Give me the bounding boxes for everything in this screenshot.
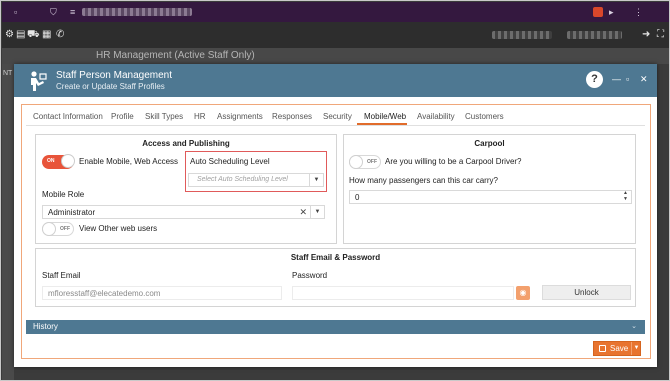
extension-icon[interactable] bbox=[593, 7, 603, 17]
site-settings-icon[interactable]: ≡ bbox=[70, 2, 75, 22]
truck-icon[interactable]: ⛟ bbox=[27, 22, 40, 48]
password-label: Password bbox=[292, 271, 328, 280]
chevron-down-icon[interactable]: ▼ bbox=[309, 174, 323, 186]
passengers-input[interactable]: 0 ▲ ▼ bbox=[349, 190, 632, 204]
staff-email-input[interactable]: mfloresstaff@elecatedemo.com bbox=[42, 286, 282, 300]
tab-availability[interactable]: Availability bbox=[417, 112, 455, 121]
password-input[interactable] bbox=[292, 286, 514, 300]
driver-toggle-state: OFF bbox=[367, 159, 377, 165]
toggle-knob bbox=[42, 222, 56, 236]
save-button[interactable]: Save ▼ bbox=[593, 341, 641, 356]
mobile-role-select[interactable]: Administrator ✕ ▼ bbox=[42, 205, 325, 219]
auto-scheduling-select[interactable]: Select Auto Scheduling Level ▼ bbox=[188, 173, 324, 187]
tab-profile[interactable]: Profile bbox=[111, 112, 134, 121]
staff-email-label: Staff Email bbox=[42, 271, 81, 280]
view-toggle-state: OFF bbox=[60, 226, 70, 232]
auto-scheduling-highlight: Auto Scheduling Level Select Auto Schedu… bbox=[185, 151, 327, 192]
enable-mobile-label: Enable Mobile, Web Access bbox=[79, 157, 179, 166]
settings-icon[interactable]: ⚙ bbox=[5, 22, 14, 48]
blurred-company-info bbox=[567, 31, 622, 39]
left-rail-label: NT bbox=[3, 70, 13, 77]
enable-mobile-toggle[interactable]: ON bbox=[42, 154, 75, 169]
screenshot-frame: ▫ ⛉ ≡ ▸ ⋮ ⚙ ▤ ⛟ ▦ ✆ ➜ ⛶ HR Management (A… bbox=[0, 0, 670, 381]
enable-toggle-state: ON bbox=[47, 158, 55, 164]
chevron-down-icon[interactable]: ▼ bbox=[631, 342, 641, 355]
carpool-driver-question: Are you willing to be a Carpool Driver? bbox=[385, 157, 522, 166]
modal-subtitle: Create or Update Staff Profiles bbox=[56, 82, 165, 91]
modal-header: Staff Person Management Create or Update… bbox=[14, 64, 657, 97]
blurred-user-info bbox=[492, 31, 552, 39]
building-icon[interactable]: ▦ bbox=[42, 22, 51, 48]
history-label: History bbox=[33, 322, 58, 331]
toggle-knob bbox=[349, 155, 363, 169]
more-icon[interactable]: ⋮ bbox=[634, 2, 643, 22]
show-password-eye-icon[interactable]: ◉ bbox=[516, 286, 530, 300]
mobile-role-label: Mobile Role bbox=[42, 190, 85, 199]
tab-security[interactable]: Security bbox=[323, 112, 352, 121]
staff-person-modal: Staff Person Management Create or Update… bbox=[14, 64, 657, 367]
list-icon[interactable]: ▤ bbox=[16, 22, 25, 48]
phone-icon[interactable]: ✆ bbox=[56, 22, 64, 48]
close-icon[interactable]: ✕ bbox=[640, 73, 648, 85]
extensions-icon[interactable]: ▸ bbox=[609, 2, 614, 22]
window-icon: ▫ bbox=[14, 7, 18, 17]
tab-customers[interactable]: Customers bbox=[465, 112, 504, 121]
save-icon bbox=[599, 345, 606, 352]
chevron-down-icon[interactable]: ⌄ bbox=[631, 322, 637, 330]
minimize-icon[interactable]: — bbox=[612, 73, 621, 85]
staff-person-icon bbox=[31, 71, 47, 91]
mobile-role-value: Administrator bbox=[48, 208, 96, 217]
toggle-knob bbox=[61, 154, 75, 168]
tab-divider bbox=[26, 125, 645, 126]
access-publishing-panel: Access and Publishing ON Enable Mobile, … bbox=[35, 134, 337, 244]
email-password-title: Staff Email & Password bbox=[290, 253, 381, 262]
unlock-button[interactable]: Unlock bbox=[542, 285, 631, 300]
passengers-question: How many passengers can this car carry? bbox=[349, 176, 498, 185]
maximize-icon[interactable]: ▫ bbox=[626, 73, 629, 85]
tab-assignments[interactable]: Assignments bbox=[217, 112, 263, 121]
access-panel-title: Access and Publishing bbox=[142, 139, 230, 148]
carpool-driver-toggle[interactable]: OFF bbox=[349, 155, 381, 169]
auto-scheduling-label: Auto Scheduling Level bbox=[190, 157, 270, 166]
passengers-value: 0 bbox=[355, 193, 360, 202]
history-accordion[interactable]: History ⌄ bbox=[26, 320, 645, 334]
carpool-panel: Carpool OFF Are you willing to be a Carp… bbox=[343, 134, 636, 244]
tab-hr[interactable]: HR bbox=[194, 112, 206, 121]
logout-icon[interactable]: ➜ bbox=[642, 22, 650, 48]
app-subheader: HR Management (Active Staff Only) bbox=[2, 48, 669, 64]
carpool-panel-title: Carpool bbox=[474, 139, 505, 148]
tab-contact-information[interactable]: Contact Information bbox=[33, 112, 103, 121]
left-rail: NT bbox=[2, 64, 14, 380]
tab-skill-types[interactable]: Skill Types bbox=[145, 112, 183, 121]
view-other-users-toggle[interactable]: OFF bbox=[42, 222, 74, 236]
bookmark-icon[interactable]: ⛉ bbox=[50, 2, 57, 22]
stepper-icon[interactable]: ▲ ▼ bbox=[623, 190, 628, 202]
email-password-panel: Staff Email & Password Staff Email mflor… bbox=[35, 248, 636, 307]
tab-responses[interactable]: Responses bbox=[272, 112, 312, 121]
clear-icon[interactable]: ✕ bbox=[299, 207, 307, 218]
tab-mobile-web[interactable]: Mobile/Web bbox=[364, 112, 406, 121]
app-toolbar: ⚙ ▤ ⛟ ▦ ✆ ➜ ⛶ bbox=[2, 22, 669, 48]
help-button[interactable]: ? bbox=[586, 71, 603, 88]
address-bar-blurred[interactable] bbox=[82, 8, 192, 16]
expand-icon[interactable]: ⛶ bbox=[657, 22, 664, 48]
background-page-title: HR Management (Active Staff Only) bbox=[96, 50, 255, 61]
browser-toolbar: ▫ ⛉ ≡ ▸ ⋮ bbox=[2, 2, 669, 22]
modal-title: Staff Person Management bbox=[56, 70, 172, 81]
auto-scheduling-placeholder: Select Auto Scheduling Level bbox=[197, 176, 288, 183]
chevron-down-icon[interactable]: ▼ bbox=[310, 206, 324, 218]
view-other-users-label: View Other web users bbox=[79, 224, 158, 233]
staff-email-value: mfloresstaff@elecatedemo.com bbox=[48, 289, 161, 298]
save-label: Save bbox=[610, 344, 629, 353]
